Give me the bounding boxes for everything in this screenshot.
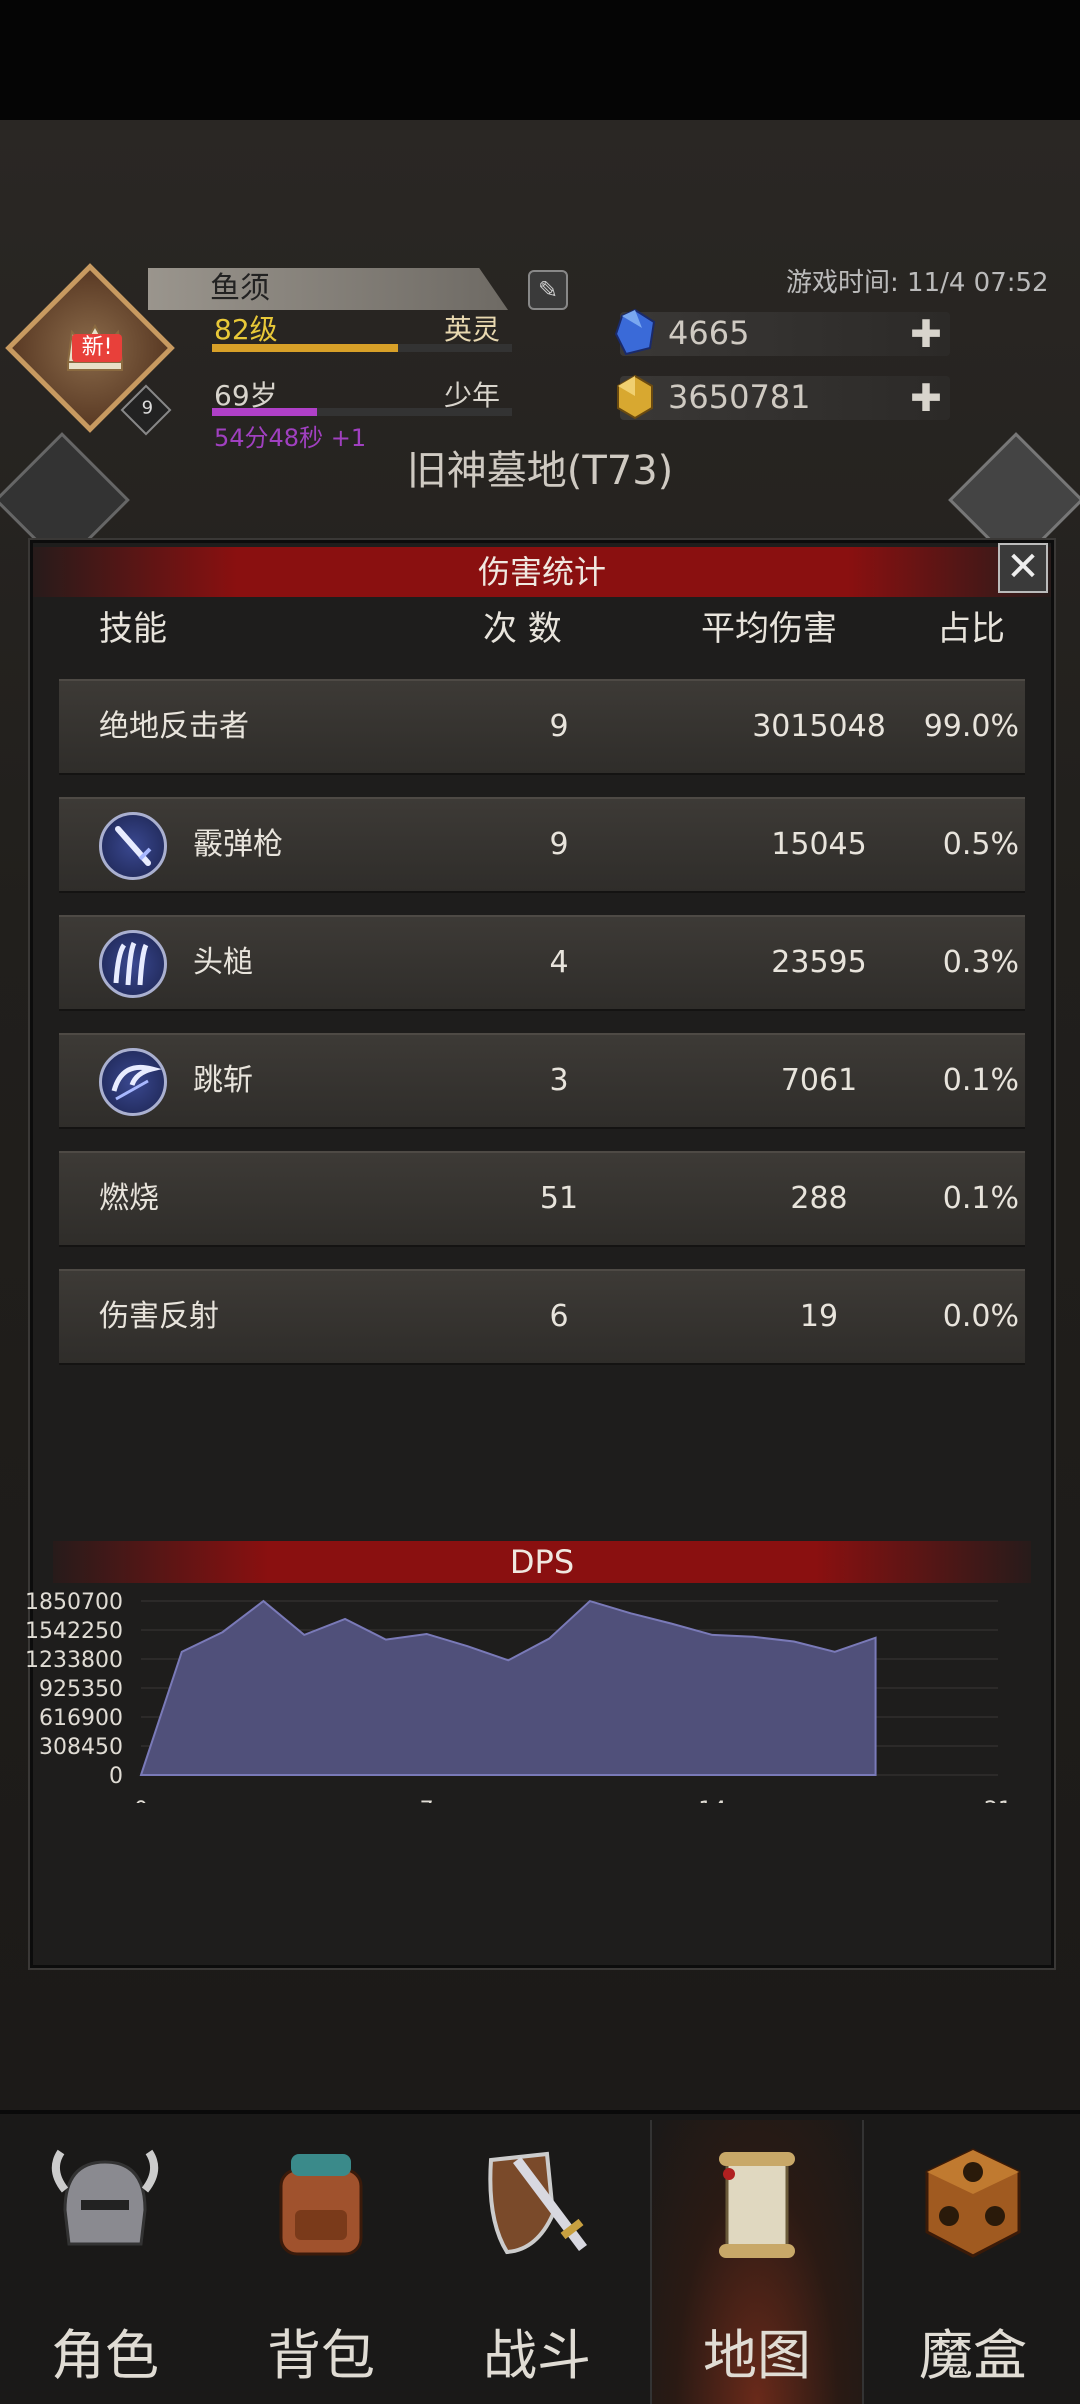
y-tick-label: 1542250 [25,1619,123,1644]
table-row: 跳斩 3 7061 0.1% [59,1033,1025,1129]
gold-count: 3650781 [668,378,811,416]
y-tick-label: 616900 [39,1706,123,1731]
x-tick-label: 14 [698,1798,726,1803]
damage-share: 0.3% [909,917,1019,1009]
damage-share: 0.0% [909,1271,1019,1363]
name-plate [148,268,508,310]
table-row: 绝地反击者 9 3015048 99.0% [59,679,1025,775]
player-level: 82级 [214,308,278,348]
stage-title: 旧神墓地(T73) [0,438,1080,496]
damage-share: 0.5% [909,799,1019,891]
avg-damage: 23595 [699,917,939,1009]
magic-box-icon [913,2140,1033,2270]
y-tick-label: 308450 [39,1735,123,1760]
y-tick-label: 1233800 [25,1648,123,1673]
close-button[interactable]: ✕ [998,543,1048,593]
nav-tab-battle[interactable]: 战斗 [432,2120,642,2404]
skill-name: 霰弹枪 [193,799,283,891]
nav-tab-map[interactable]: 地图 [650,2120,864,2404]
gem-resource: 4665 ✚ [620,312,950,356]
nav-label: 地图 [652,2311,862,2390]
bottom-nav: 角色 背包 战斗 地图 魔盒 [0,2110,1080,2404]
col-header-skill: 技能 [99,601,167,650]
table-row: 伤害反射 6 19 0.0% [59,1269,1025,1365]
avg-damage: 3015048 [699,681,939,773]
player-name: 鱼须 [210,268,270,310]
skill-name: 绝地反击者 [99,681,249,773]
dps-chart: 0 308450 616900 925350 1233800 1542250 1850700… [3,1583,1043,1803]
add-gem-button[interactable]: ✚ [910,312,942,356]
avg-damage: 19 [699,1271,939,1363]
new-badge: 新! [72,334,122,362]
col-header-pct: 占比 [937,601,1005,650]
status-bar [0,0,1080,120]
sword-shield-icon [477,2140,597,2270]
blue-gem-icon [614,308,656,356]
level-progress-fill [212,344,398,352]
avg-damage: 7061 [699,1035,939,1127]
x-tick-label: 0 [134,1798,148,1803]
col-header-avg: 平均伤害 [701,601,837,650]
backpack-icon [261,2140,381,2270]
game-time: 游戏时间: 11/4 07:52 [786,262,1049,299]
skill-name: 头槌 [193,917,253,1009]
avatar-level-text: 9 [131,395,163,423]
skill-name: 伤害反射 [99,1271,219,1363]
x-tick-label: 21 [984,1798,1012,1803]
edit-name-icon[interactable]: ✎ [528,270,568,310]
nav-tab-character[interactable]: 角色 [0,2120,210,2404]
table-row: 燃烧 51 288 0.1% [59,1151,1025,1247]
spin-slash-icon [99,1048,167,1116]
claw-icon [99,930,167,998]
dialog-title: 伤害统计 [33,547,1051,597]
table-row: 头槌 4 23595 0.3% [59,915,1025,1011]
sword-slash-icon [99,812,167,880]
y-tick-label: 1850700 [25,1590,123,1615]
gold-resource: 3650781 ✚ [620,376,950,420]
table-row: 霰弹枪 9 15045 0.5% [59,797,1025,893]
nav-tab-magic-box[interactable]: 魔盒 [868,2120,1078,2404]
map-scroll-icon [697,2140,817,2270]
nav-label: 背包 [216,2311,426,2390]
hit-count: 9 [529,799,589,891]
col-header-count: 次 数 [483,601,562,650]
damage-share: 0.1% [909,1035,1019,1127]
nav-label: 战斗 [432,2311,642,2390]
hit-count: 9 [529,681,589,773]
hit-count: 51 [529,1153,589,1245]
nav-tab-backpack[interactable]: 背包 [216,2120,426,2404]
x-tick-label: 7 [420,1798,434,1803]
skill-name: 燃烧 [99,1153,159,1245]
gold-ore-icon [614,372,656,420]
y-tick-label: 925350 [39,1677,123,1702]
avg-damage: 15045 [699,799,939,891]
level-progress-bar [212,344,512,352]
damage-share: 0.1% [909,1153,1019,1245]
add-gold-button[interactable]: ✚ [910,376,942,420]
dps-area-series [141,1601,876,1775]
skill-name: 跳斩 [193,1035,253,1127]
damage-stats-dialog: 伤害统计 ✕ 技能 次 数 平均伤害 占比 绝地反击者 9 3015048 99… [30,540,1054,1968]
dps-title: DPS [33,1541,1051,1583]
age-progress-bar [212,408,512,416]
gem-count: 4665 [668,314,749,352]
hit-count: 4 [529,917,589,1009]
nav-label: 魔盒 [868,2311,1078,2390]
nav-label: 角色 [0,2311,210,2390]
age-progress-fill [212,408,317,416]
avg-damage: 288 [699,1153,939,1245]
y-tick-label: 0 [109,1764,123,1789]
player-rank: 英灵 [444,308,500,348]
damage-share: 99.0% [909,681,1019,773]
helmet-icon [45,2140,165,2270]
hit-count: 3 [529,1035,589,1127]
hit-count: 6 [529,1271,589,1363]
